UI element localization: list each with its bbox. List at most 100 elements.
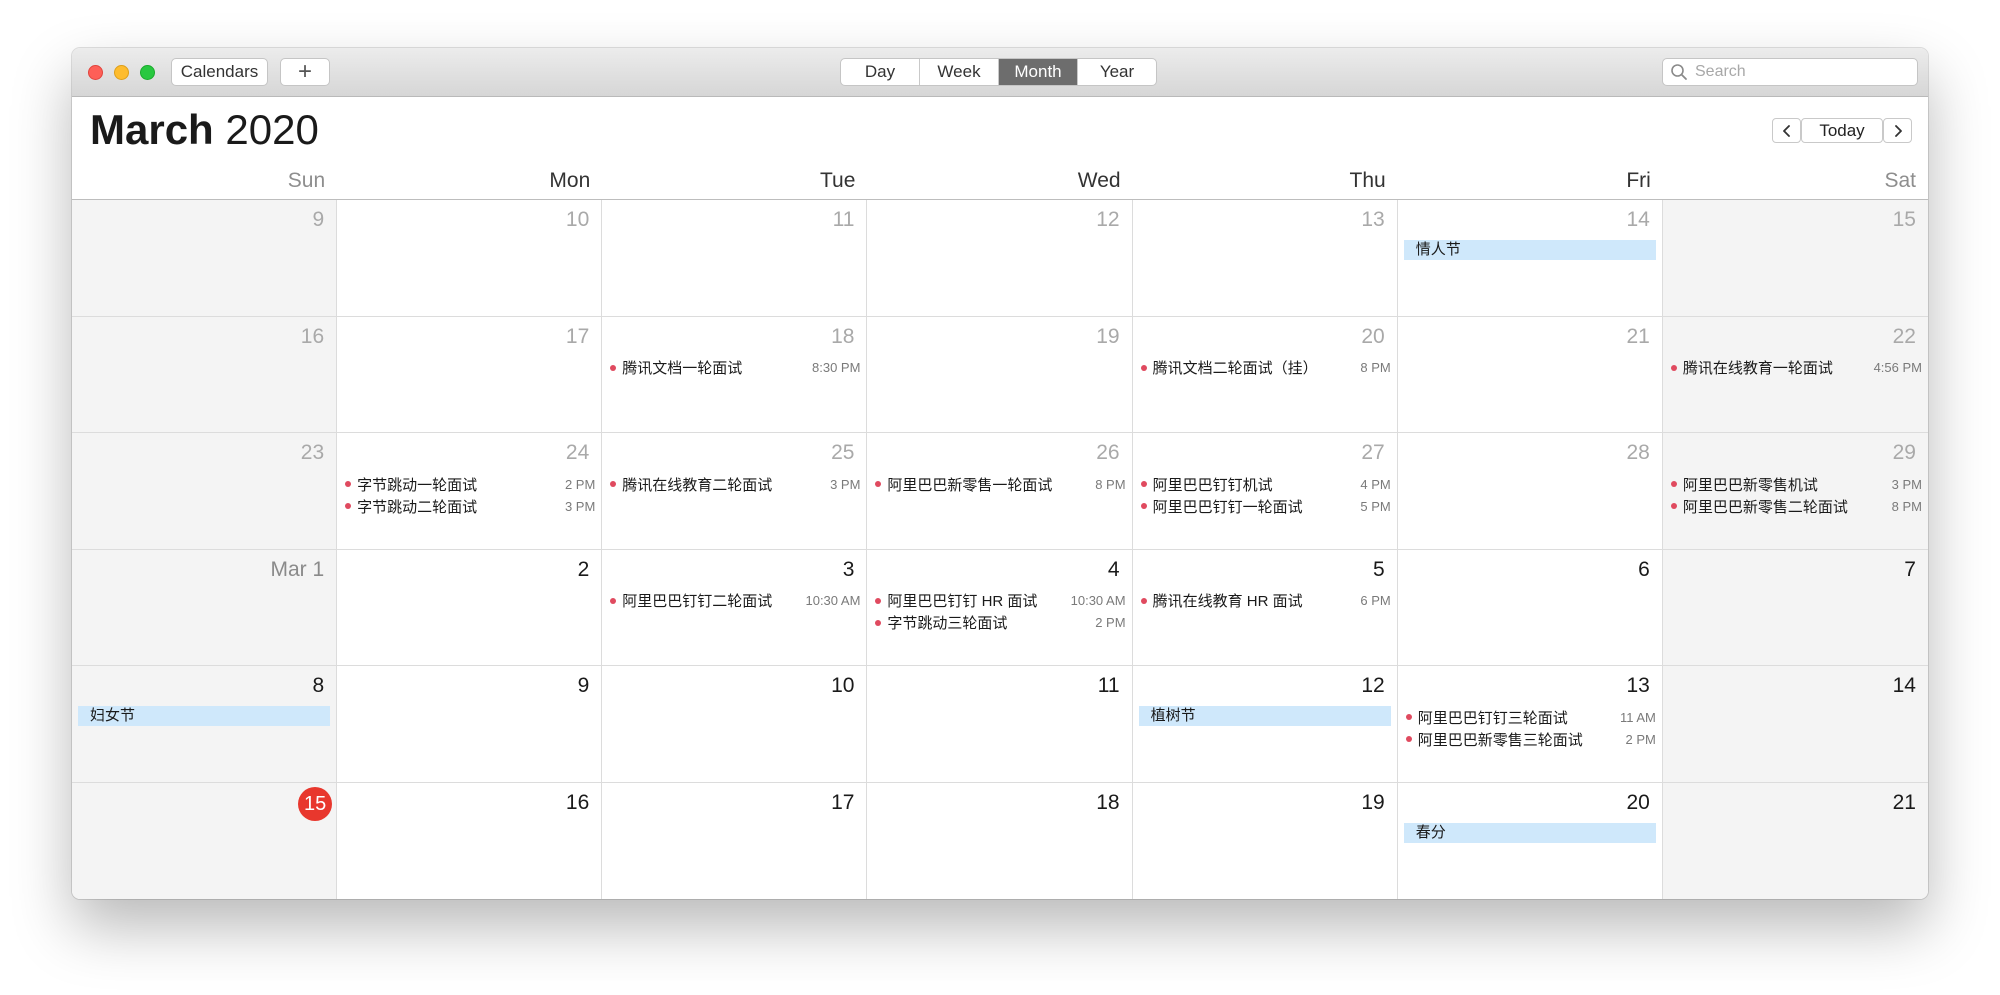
day-cell[interactable]: 8 妇女节 <box>72 666 338 783</box>
calendar-event[interactable]: 阿里巴巴新零售三轮面试 2 PM <box>1404 728 1656 750</box>
calendar-window: Calendars + Day Week Month Year March 20… <box>72 48 1928 899</box>
calendar-event[interactable]: 腾讯在线教育二轮面试 3 PM <box>608 473 860 495</box>
day-cell[interactable]: 10 <box>337 200 603 317</box>
event-list: 腾讯文档一轮面试 8:30 PM <box>608 357 860 379</box>
day-cell[interactable]: 19 <box>1132 782 1398 899</box>
weekday-label: Sat <box>1884 169 1916 192</box>
calendar-event[interactable]: 字节跳动一轮面试 2 PM <box>343 473 595 495</box>
page-title: March 2020 <box>90 106 319 154</box>
day-cell[interactable]: 26 阿里巴巴新零售一轮面试 8 PM <box>867 433 1133 550</box>
day-cell[interactable]: 29 阿里巴巴新零售机试 3 PM 阿里巴巴新零售二轮面试 8 PM <box>1662 433 1928 550</box>
day-number: 11 <box>832 208 855 231</box>
day-cell[interactable]: 12 <box>867 200 1133 317</box>
search-box[interactable] <box>1662 58 1918 86</box>
next-month-button[interactable] <box>1883 118 1912 143</box>
calendar-event[interactable]: 腾讯在线教育 HR 面试 6 PM <box>1139 590 1391 612</box>
event-time: 6 PM <box>1360 593 1391 608</box>
day-number: 19 <box>1096 324 1120 348</box>
day-cell[interactable]: 6 <box>1397 549 1663 666</box>
day-cell[interactable]: 11 <box>867 666 1133 783</box>
calendar-event[interactable]: 阿里巴巴新零售机试 3 PM <box>1669 473 1922 495</box>
day-cell[interactable]: 19 <box>867 316 1133 433</box>
day-cell[interactable]: 15 <box>1662 200 1928 317</box>
day-cell[interactable]: 12 植树节 <box>1132 666 1398 783</box>
view-day-button[interactable]: Day <box>841 59 920 85</box>
chevron-left-icon <box>1782 124 1790 137</box>
calendar-event[interactable]: 阿里巴巴新零售二轮面试 8 PM <box>1669 495 1922 517</box>
all-day-event[interactable]: 情人节 <box>1403 240 1656 260</box>
search-input[interactable] <box>1693 62 1917 82</box>
day-cell[interactable]: 22 腾讯在线教育一轮面试 4:56 PM <box>1662 316 1928 433</box>
previous-month-button[interactable] <box>1772 118 1801 143</box>
day-cell[interactable]: 5 腾讯在线教育 HR 面试 6 PM <box>1132 549 1398 666</box>
day-cell[interactable]: 9 <box>72 200 338 317</box>
day-cell[interactable]: 16 <box>337 782 603 899</box>
add-event-button[interactable]: + <box>280 58 330 86</box>
day-cell[interactable]: 18 腾讯文档一轮面试 8:30 PM <box>602 316 868 433</box>
day-cell[interactable]: 3 阿里巴巴钉钉二轮面试 10:30 AM <box>602 549 868 666</box>
event-list: 腾讯文档二轮面试（挂） 8 PM <box>1139 357 1391 379</box>
calendar-event[interactable]: 阿里巴巴钉钉 HR 面试 10:30 AM <box>873 590 1126 612</box>
day-cell[interactable]: 9 <box>337 666 603 783</box>
calendar-event[interactable]: 腾讯文档一轮面试 8:30 PM <box>608 357 860 379</box>
day-cell[interactable]: 10 <box>602 666 868 783</box>
event-list: 阿里巴巴新零售机试 3 PM 阿里巴巴新零售二轮面试 8 PM <box>1669 473 1922 517</box>
view-month-button[interactable]: Month <box>999 59 1078 85</box>
event-title: 腾讯在线教育二轮面试 <box>622 476 773 494</box>
calendar-event[interactable]: 腾讯文档二轮面试（挂） 8 PM <box>1139 357 1391 379</box>
day-cell[interactable]: 15 <box>72 782 338 899</box>
event-dot-icon <box>1140 481 1147 487</box>
day-cell[interactable]: 20 春分 <box>1397 782 1663 899</box>
event-dot-icon <box>1670 364 1677 371</box>
close-window-button[interactable] <box>88 65 103 80</box>
day-cell[interactable]: Mar 1 <box>72 549 338 666</box>
day-cell[interactable]: 27 阿里巴巴钉钉机试 4 PM 阿里巴巴钉钉一轮面试 5 PM <box>1132 433 1398 550</box>
day-cell[interactable]: 17 <box>337 316 603 433</box>
day-cell[interactable]: 16 <box>72 316 338 433</box>
minimize-window-button[interactable] <box>114 65 129 80</box>
day-cell[interactable]: 11 <box>602 200 868 317</box>
day-cell[interactable]: 7 <box>1662 549 1928 666</box>
event-time: 2 PM <box>1625 731 1656 747</box>
day-cell[interactable]: 4 阿里巴巴钉钉 HR 面试 10:30 AM 字节跳动三轮面试 2 PM <box>867 549 1133 666</box>
calendar-event[interactable]: 阿里巴巴钉钉三轮面试 11 AM <box>1404 706 1656 728</box>
day-cell[interactable]: 25 腾讯在线教育二轮面试 3 PM <box>602 433 868 550</box>
calendar-event[interactable]: 阿里巴巴钉钉二轮面试 10:30 AM <box>608 590 860 612</box>
all-day-event[interactable]: 妇女节 <box>78 706 331 726</box>
day-cell[interactable]: 23 <box>72 433 338 550</box>
view-week-button[interactable]: Week <box>920 59 999 85</box>
day-cell[interactable]: 17 <box>602 782 868 899</box>
event-dot-icon <box>875 619 882 626</box>
calendar-event[interactable]: 阿里巴巴钉钉一轮面试 5 PM <box>1139 495 1391 517</box>
day-cell[interactable]: 18 <box>867 782 1133 899</box>
day-cell[interactable]: 13 <box>1132 200 1398 317</box>
weekday-label: Mon <box>549 169 591 192</box>
event-time: 8 PM <box>1095 476 1126 492</box>
event-list: 阿里巴巴钉钉机试 4 PM 阿里巴巴钉钉一轮面试 5 PM <box>1139 473 1391 517</box>
weekday-label: Tue <box>820 169 856 192</box>
day-cell[interactable]: 24 字节跳动一轮面试 2 PM 字节跳动二轮面试 3 PM <box>337 433 603 550</box>
calendar-event[interactable]: 阿里巴巴钉钉机试 4 PM <box>1139 473 1391 495</box>
day-cell[interactable]: 2 <box>337 549 603 666</box>
calendar-event[interactable]: 腾讯在线教育一轮面试 4:56 PM <box>1669 357 1922 379</box>
all-day-event[interactable]: 春分 <box>1403 822 1656 843</box>
event-title: 字节跳动一轮面试 <box>357 476 478 494</box>
today-button[interactable]: Today <box>1801 118 1883 143</box>
view-year-button[interactable]: Year <box>1078 59 1156 85</box>
all-day-event[interactable]: 植树节 <box>1138 706 1391 726</box>
calendar-event[interactable]: 字节跳动三轮面试 2 PM <box>873 612 1126 634</box>
month-title: March <box>90 106 214 153</box>
weekday-label: Sun <box>287 169 326 192</box>
day-cell[interactable]: 21 <box>1662 782 1928 899</box>
calendar-event[interactable]: 阿里巴巴新零售一轮面试 8 PM <box>873 473 1126 495</box>
calendars-button[interactable]: Calendars <box>171 58 268 86</box>
day-cell[interactable]: 28 <box>1397 433 1663 550</box>
calendar-event[interactable]: 字节跳动二轮面试 3 PM <box>343 495 595 517</box>
zoom-window-button[interactable] <box>140 65 155 80</box>
search-icon <box>1671 64 1687 80</box>
day-cell[interactable]: 21 <box>1397 316 1663 433</box>
day-cell[interactable]: 14 <box>1662 666 1928 783</box>
day-cell[interactable]: 13 阿里巴巴钉钉三轮面试 11 AM 阿里巴巴新零售三轮面试 2 PM <box>1397 666 1663 783</box>
day-cell[interactable]: 14 情人节 <box>1397 200 1663 317</box>
day-cell[interactable]: 20 腾讯文档二轮面试（挂） 8 PM <box>1132 316 1398 433</box>
